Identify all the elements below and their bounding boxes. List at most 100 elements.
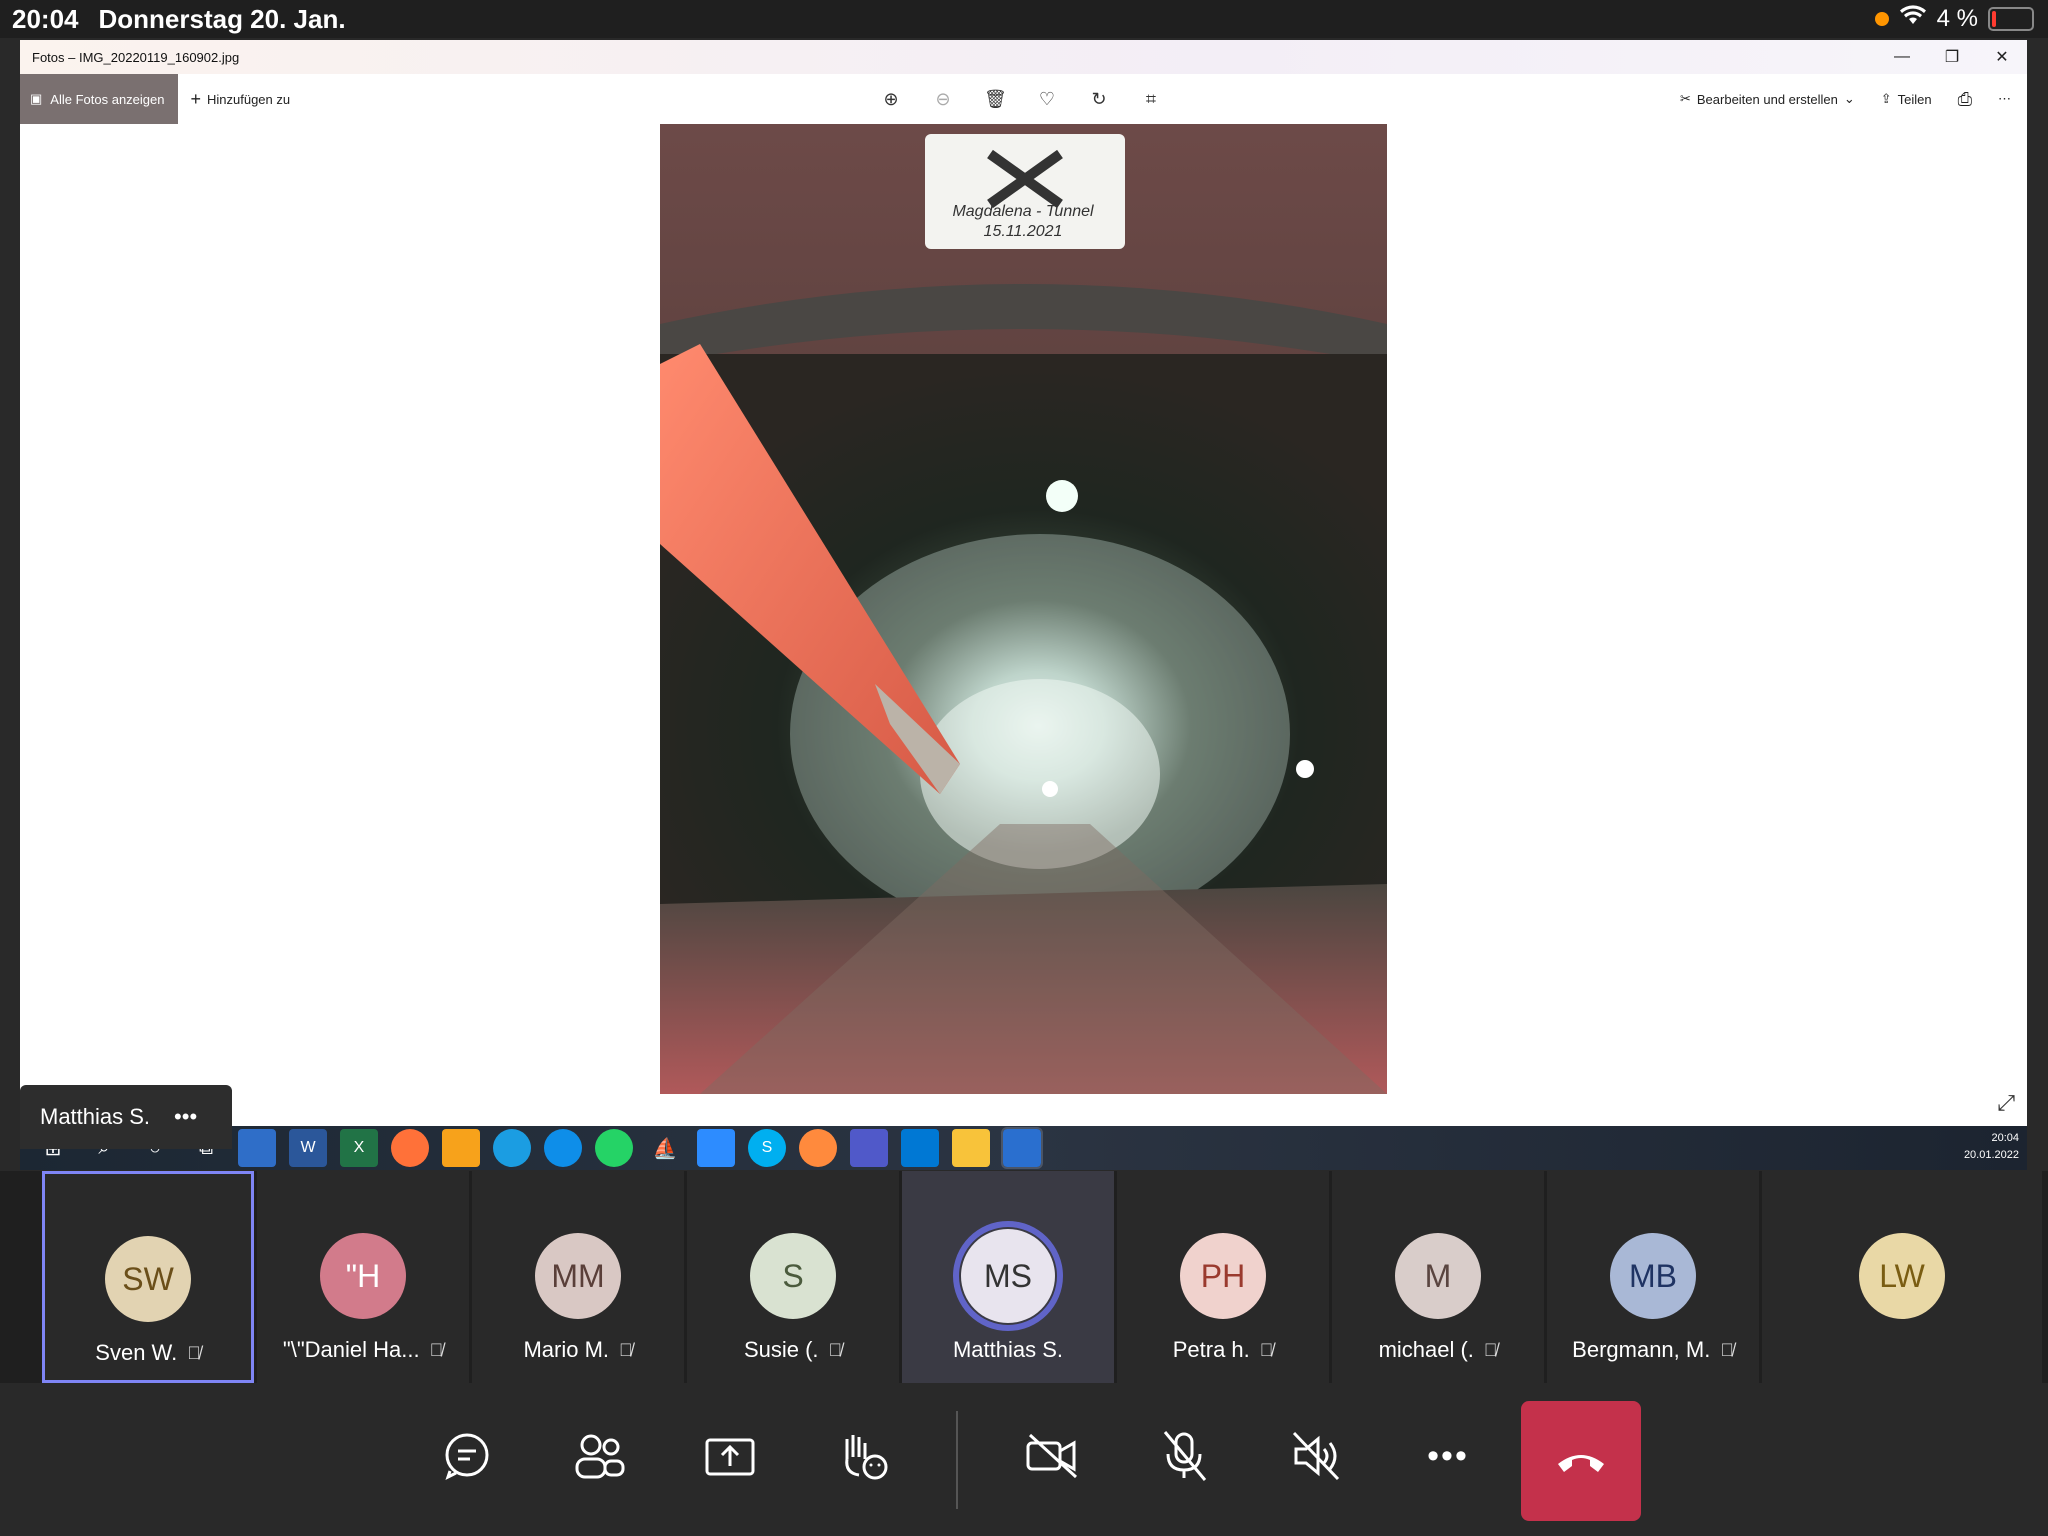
wifi-icon xyxy=(1899,4,1927,33)
chat-icon xyxy=(445,1433,489,1480)
avatar: MS xyxy=(953,1221,1063,1331)
phone-hangup-icon xyxy=(1558,1455,1604,1472)
avatar-initials: LW xyxy=(1879,1257,1925,1294)
avatar-initials: S xyxy=(782,1257,804,1294)
recording-indicator-icon xyxy=(1874,11,1889,26)
photos-titlebar: Fotos – IMG_20220119_160902.jpg — ❐ ✕ xyxy=(20,40,2027,74)
skype-icon[interactable]: S xyxy=(748,1129,786,1167)
presenter-more-button[interactable]: ••• xyxy=(174,1104,197,1130)
people-icon xyxy=(575,1434,625,1479)
share-icon: ⇪ xyxy=(1880,91,1892,106)
app-icon-orange[interactable] xyxy=(799,1129,837,1167)
chevron-down-icon: ⌄ xyxy=(1843,91,1855,106)
edge-icon[interactable] xyxy=(493,1129,531,1167)
crop-icon[interactable]: ⌗ xyxy=(1140,89,1162,110)
mic-muted-icon: 🎙̸ xyxy=(1483,1339,1498,1360)
share-label: Teilen xyxy=(1897,91,1932,107)
outlook-icon[interactable] xyxy=(901,1129,939,1167)
raise-hand-reactions-button[interactable] xyxy=(817,1411,907,1501)
mic-muted-icon: 🎙̸ xyxy=(1259,1339,1274,1360)
participant-tile[interactable]: "H "\"Daniel Ha... 🎙̸ xyxy=(257,1171,469,1383)
app-icon-ship[interactable]: ⛵ xyxy=(646,1129,684,1167)
avatar-initials: M xyxy=(1424,1257,1452,1294)
participant-name: "\"Daniel Ha... xyxy=(282,1337,420,1362)
print-icon[interactable]: ⎙ xyxy=(1958,89,1972,110)
share-button[interactable]: ⇪ Teilen xyxy=(1881,91,1932,107)
gallery-icon: ▣ xyxy=(30,91,43,106)
delete-icon[interactable]: 🗑 xyxy=(984,89,1007,110)
close-icon[interactable]: ✕ xyxy=(1977,40,2027,74)
participant-tile[interactable]: MM Mario M. 🎙̸ xyxy=(472,1171,684,1383)
more-actions-button[interactable]: ••• xyxy=(1403,1411,1493,1501)
windows-taskbar: ⊞ ⌕ ○ ⧉ W X ⛵ S 20:04 20.01.2022 xyxy=(20,1126,2027,1170)
participants-button[interactable] xyxy=(554,1411,644,1501)
add-to-button[interactable]: + Hinzufügen zu xyxy=(190,89,290,110)
participant-tile[interactable]: MB Bergmann, M. 🎙̸ xyxy=(1547,1171,1759,1383)
all-photos-label: Alle Fotos anzeigen xyxy=(50,91,165,107)
status-date: Donnerstag 20. Jan. xyxy=(98,3,346,34)
taskbar-clock[interactable]: 20:04 20.01.2022 xyxy=(1964,1130,2019,1164)
file-explorer-icon[interactable] xyxy=(952,1129,990,1167)
app-icon-blue[interactable] xyxy=(238,1129,276,1167)
teams-icon[interactable] xyxy=(850,1129,888,1167)
battery-icon xyxy=(1988,6,2034,31)
participant-tile-presenter[interactable]: MS Matthias S. xyxy=(902,1171,1114,1383)
camera-off-button[interactable] xyxy=(1007,1411,1097,1501)
fullscreen-expand-icon[interactable]: ⤢ xyxy=(1997,1090,2015,1116)
notes-icon[interactable] xyxy=(442,1129,480,1167)
favorite-icon[interactable]: ♡ xyxy=(1036,89,1058,110)
plus-icon: + xyxy=(190,88,201,109)
whatsapp-icon[interactable] xyxy=(595,1129,633,1167)
participant-name: Mario M. xyxy=(523,1337,610,1362)
participant-tile[interactable]: LW xyxy=(1762,1171,2042,1383)
more-icon[interactable]: ⋯ xyxy=(1998,91,2011,107)
status-bar: 20:04 Donnerstag 20. Jan. 4 % xyxy=(0,0,2048,38)
zoom-in-icon[interactable]: ⊕ xyxy=(880,89,902,110)
mic-muted-icon: 🎙̸ xyxy=(828,1339,843,1360)
excel-icon[interactable]: X xyxy=(340,1129,378,1167)
avatar: PH xyxy=(1180,1233,1266,1319)
participant-name: Susie (. xyxy=(743,1337,819,1362)
avatar-initials: MB xyxy=(1629,1257,1677,1294)
avatar: S xyxy=(750,1233,836,1319)
participant-name: Bergmann, M. xyxy=(1572,1337,1711,1362)
firefox-icon[interactable] xyxy=(391,1129,429,1167)
shared-screen: Fotos – IMG_20220119_160902.jpg — ❐ ✕ ▣ … xyxy=(20,40,2027,1170)
participant-name: Matthias S. xyxy=(952,1337,1064,1362)
avatar: SW xyxy=(105,1236,191,1322)
avatar-initials: "H xyxy=(345,1257,381,1294)
edit-icon: ✂ xyxy=(1679,91,1691,106)
status-time: 20:04 xyxy=(12,3,79,34)
participant-strip: SW Sven W. 🎙̸ "H "\"Daniel Ha... 🎙̸ MM Mar… xyxy=(0,1171,2048,1383)
zoom-out-icon[interactable]: ⊖ xyxy=(932,89,954,110)
edit-create-label: Bearbeiten und erstellen xyxy=(1696,91,1838,107)
avatar: MM xyxy=(535,1233,621,1319)
all-photos-button[interactable]: ▣ Alle Fotos anzeigen xyxy=(20,74,179,124)
participant-tile[interactable]: M michael (. 🎙̸ xyxy=(1332,1171,1544,1383)
hang-up-button[interactable] xyxy=(1521,1401,1641,1521)
avatar-initials: SW xyxy=(122,1260,174,1297)
rotate-icon[interactable]: ↻ xyxy=(1088,89,1110,110)
share-screen-button[interactable] xyxy=(685,1411,775,1501)
taskbar-time: 20:04 xyxy=(1991,1132,2019,1144)
photos-toolbar: ▣ Alle Fotos anzeigen + Hinzufügen zu ⊕ … xyxy=(20,74,2027,124)
participant-name: Petra h. xyxy=(1172,1337,1250,1362)
participant-tile[interactable]: SW Sven W. 🎙̸ xyxy=(42,1171,254,1383)
chat-button[interactable] xyxy=(422,1411,512,1501)
status-indicators: 4 % xyxy=(1874,4,2034,33)
minimize-icon[interactable]: — xyxy=(1877,40,1927,74)
avatar-initials: MS xyxy=(984,1257,1032,1294)
speaker-off-button[interactable] xyxy=(1271,1411,1361,1501)
speaker-off-icon xyxy=(1292,1431,1340,1481)
avatar: "H xyxy=(320,1233,406,1319)
edit-create-button[interactable]: ✂ Bearbeiten und erstellen ⌄ xyxy=(1680,91,1855,107)
mic-off-button[interactable] xyxy=(1139,1411,1229,1501)
participant-tile[interactable]: S Susie (. 🎙̸ xyxy=(687,1171,899,1383)
avatar: MB xyxy=(1610,1233,1696,1319)
word-icon[interactable]: W xyxy=(289,1129,327,1167)
teamviewer-icon[interactable] xyxy=(544,1129,582,1167)
photos-app-icon[interactable] xyxy=(1001,1127,1043,1169)
restore-icon[interactable]: ❐ xyxy=(1927,40,1977,74)
zoom-icon[interactable] xyxy=(697,1129,735,1167)
participant-tile[interactable]: PH Petra h. 🎙̸ xyxy=(1117,1171,1329,1383)
